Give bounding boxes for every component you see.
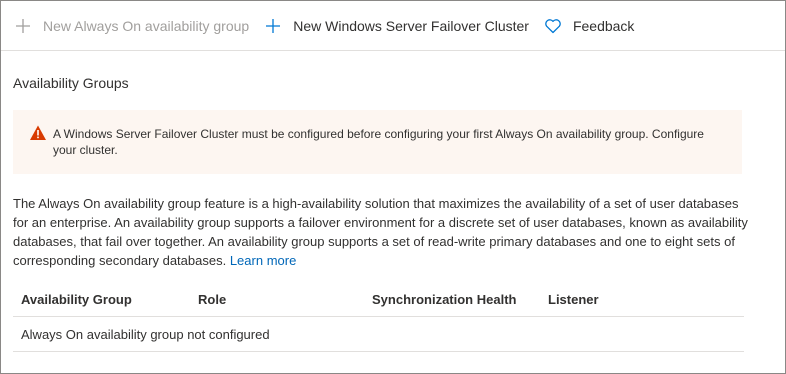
description: The Always On availability group feature…: [13, 194, 753, 270]
warning-alert: A Windows Server Failover Cluster must b…: [13, 110, 742, 174]
feedback-label: Feedback: [572, 17, 635, 34]
availability-groups-panel: New Always On availability group New Win…: [0, 0, 786, 374]
new-failover-cluster-button[interactable]: New Windows Server Failover Cluster: [263, 10, 529, 42]
warning-icon: [29, 124, 47, 142]
feedback-button[interactable]: Feedback: [543, 10, 634, 42]
learn-more-link[interactable]: Learn more: [230, 253, 296, 268]
description-text: The Always On availability group feature…: [13, 196, 748, 268]
heart-icon: [543, 16, 563, 36]
column-header-synchronization-health[interactable]: Synchronization Health: [364, 292, 540, 307]
column-header-availability-group[interactable]: Availability Group: [13, 292, 190, 307]
availability-groups-table: Availability Group Role Synchronization …: [13, 283, 744, 352]
column-header-listener[interactable]: Listener: [540, 292, 744, 307]
column-header-role[interactable]: Role: [190, 292, 364, 307]
new-failover-cluster-label: New Windows Server Failover Cluster: [293, 17, 529, 34]
plus-icon: [263, 16, 283, 36]
toolbar: New Always On availability group New Win…: [1, 1, 785, 51]
new-availability-group-button[interactable]: New Always On availability group: [13, 10, 249, 42]
new-availability-group-label: New Always On availability group: [43, 17, 250, 34]
plus-icon: [13, 16, 33, 36]
warning-text: A Windows Server Failover Cluster must b…: [53, 127, 704, 157]
table-row: Always On availability group not configu…: [13, 317, 744, 352]
table-header: Availability Group Role Synchronization …: [13, 283, 744, 317]
empty-table-message: Always On availability group not configu…: [21, 326, 270, 342]
section-title: Availability Groups: [13, 75, 129, 91]
